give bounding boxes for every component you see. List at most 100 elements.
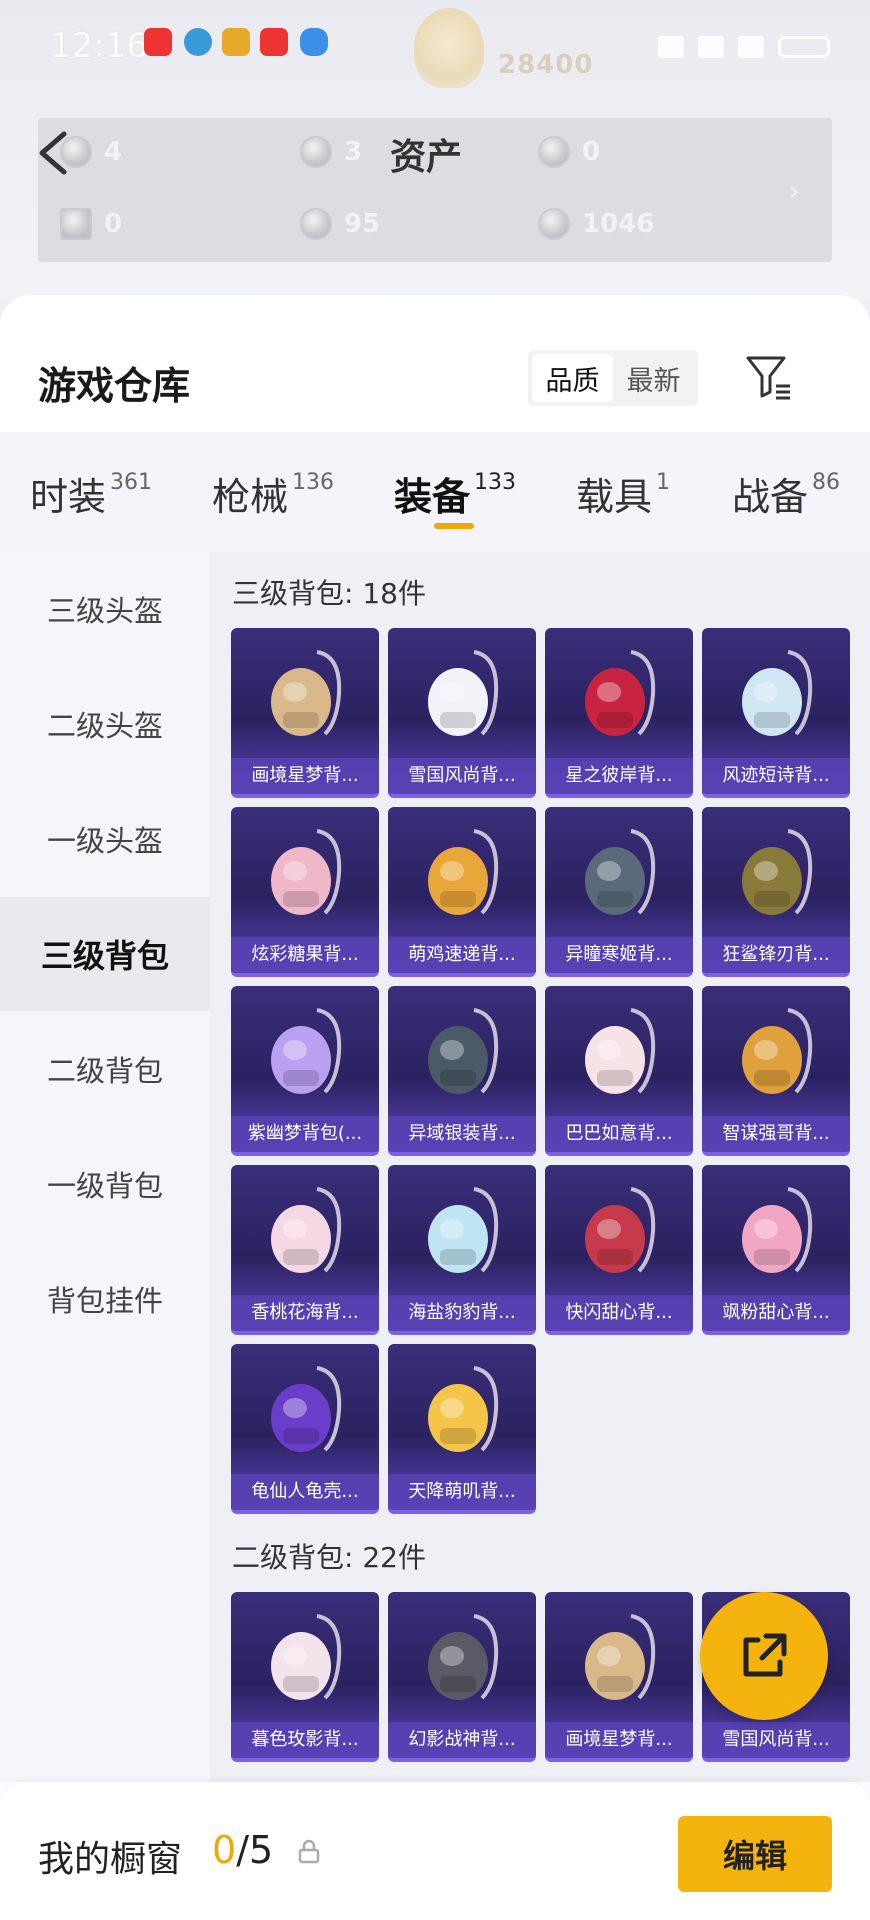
backpack-icon xyxy=(585,1187,656,1273)
item-card[interactable]: 巴巴如意背... xyxy=(545,986,693,1156)
tab-fashion[interactable]: 时装 361 xyxy=(30,466,152,521)
item-label: 狂鲨锋刃背... xyxy=(702,937,850,973)
item-card[interactable]: 萌鸡速递背... xyxy=(388,807,536,977)
share-icon xyxy=(743,1633,787,1677)
sidebar-item-helmet-2[interactable]: 二级头盔 xyxy=(0,667,210,781)
page-title: 游戏仓库 xyxy=(38,364,191,408)
backpack-icon xyxy=(585,1614,656,1700)
asset-title: 资产 xyxy=(390,137,463,178)
asset-item: 3 xyxy=(300,136,362,168)
tab-weapons[interactable]: 枪械 136 xyxy=(212,466,334,521)
item-label: 飒粉甜心背... xyxy=(702,1295,850,1331)
gold-coin-icon xyxy=(538,136,570,168)
item-card[interactable]: 画境星梦背... xyxy=(231,628,379,798)
item-label: 异域银装背... xyxy=(388,1116,536,1152)
item-card[interactable]: 天降萌叽背... xyxy=(388,1344,536,1514)
item-label: 雪国风尚背... xyxy=(702,1722,850,1758)
asset-item: 4 xyxy=(60,136,122,168)
item-label: 快闪甜心背... xyxy=(545,1295,693,1331)
coin-icon xyxy=(300,136,332,168)
item-card[interactable]: 星之彼岸背... xyxy=(545,628,693,798)
sidebar-item-helmet-1[interactable]: 一级头盔 xyxy=(0,782,210,896)
backpack-icon xyxy=(271,1614,342,1700)
item-label: 风迹短诗背... xyxy=(702,758,850,794)
item-label: 智谋强哥背... xyxy=(702,1116,850,1152)
backpack-icon xyxy=(428,1614,499,1700)
wifi-icon xyxy=(738,36,764,58)
backpack-icon xyxy=(742,1187,813,1273)
bronze-coin-icon xyxy=(538,208,570,240)
item-label: 画境星梦背... xyxy=(231,758,379,794)
showcase-label: 我的橱窗 xyxy=(38,1839,183,1880)
app-notification-icon xyxy=(144,28,172,56)
backpack-icon xyxy=(742,829,813,915)
item-card[interactable]: 龟仙人龟壳... xyxy=(231,1344,379,1514)
asset-item: 95 xyxy=(300,208,380,240)
backpack-icon xyxy=(271,1008,342,1094)
system-indicators xyxy=(658,36,830,58)
browser-notification-icon xyxy=(184,28,212,56)
chevron-right-icon[interactable]: › xyxy=(788,174,800,209)
lock-icon xyxy=(298,1839,320,1864)
backpack-icon xyxy=(428,1187,499,1273)
item-label: 龟仙人龟壳... xyxy=(231,1474,379,1510)
item-label: 巴巴如意背... xyxy=(545,1116,693,1152)
sort-quality-button[interactable]: 品质 xyxy=(532,354,613,402)
item-label: 海盐豹豹背... xyxy=(388,1295,536,1331)
item-card[interactable]: 暮色玫影背... xyxy=(231,1592,379,1762)
sidebar-item-helmet-3[interactable]: 三级头盔 xyxy=(0,552,210,666)
rank-score: 28400 xyxy=(498,50,594,80)
backpack-icon xyxy=(742,1008,813,1094)
item-label: 画境星梦背... xyxy=(545,1722,693,1758)
sidebar-item-backpack-1[interactable]: 一级背包 xyxy=(0,1127,210,1241)
tab-equipment[interactable]: 装备 133 xyxy=(394,466,516,521)
sidebar-item-backpack-3[interactable]: 三级背包 xyxy=(0,897,210,1011)
silver-coin-icon xyxy=(300,208,332,240)
item-card[interactable]: 风迹短诗背... xyxy=(702,628,850,798)
item-card[interactable]: 智谋强哥背... xyxy=(702,986,850,1156)
backpack-icon xyxy=(428,1008,499,1094)
item-card[interactable]: 画境星梦背... xyxy=(545,1592,693,1762)
item-label: 香桃花海背... xyxy=(231,1295,379,1331)
item-card[interactable]: 异瞳寒姬背... xyxy=(545,807,693,977)
mute-icon xyxy=(698,36,724,58)
backpack-icon xyxy=(271,1187,342,1273)
backpack-icon xyxy=(742,650,813,736)
item-card[interactable]: 雪国风尚背... xyxy=(388,628,536,798)
backpack-icon xyxy=(585,1008,656,1094)
backpack-icon xyxy=(428,1366,499,1452)
item-label: 星之彼岸背... xyxy=(545,758,693,794)
item-card[interactable]: 飒粉甜心背... xyxy=(702,1165,850,1335)
share-button[interactable] xyxy=(700,1592,828,1720)
item-label: 幻影战神背... xyxy=(388,1722,536,1758)
item-card[interactable]: 快闪甜心背... xyxy=(545,1165,693,1335)
item-label: 天降萌叽背... xyxy=(388,1474,536,1510)
item-label: 炫彩糖果背... xyxy=(231,937,379,973)
item-card[interactable]: 狂鲨锋刃背... xyxy=(702,807,850,977)
backpack-icon xyxy=(585,650,656,736)
item-label: 雪国风尚背... xyxy=(388,758,536,794)
item-label: 萌鸡速递背... xyxy=(388,937,536,973)
tab-supplies[interactable]: 战备 86 xyxy=(732,466,840,521)
item-card[interactable]: 幻影战神背... xyxy=(388,1592,536,1762)
item-card[interactable]: 异域银装背... xyxy=(388,986,536,1156)
item-card[interactable]: 紫幽梦背包(... xyxy=(231,986,379,1156)
active-tab-indicator xyxy=(434,523,474,529)
sidebar-item-backpack-charm[interactable]: 背包挂件 xyxy=(0,1242,210,1356)
item-card[interactable]: 炫彩糖果背... xyxy=(231,807,379,977)
sidebar-item-backpack-2[interactable]: 二级背包 xyxy=(0,1012,210,1126)
asset-item: 1046 xyxy=(538,208,654,240)
battery-icon xyxy=(778,36,830,58)
backpack-icon xyxy=(271,650,342,736)
item-card[interactable]: 海盐豹豹背... xyxy=(388,1165,536,1335)
filter-icon[interactable] xyxy=(744,352,794,402)
backpack-icon xyxy=(585,829,656,915)
item-card[interactable]: 香桃花海背... xyxy=(231,1165,379,1335)
item-label: 紫幽梦背包(... xyxy=(231,1116,379,1152)
game-notification-icon xyxy=(222,28,250,56)
tab-vehicles[interactable]: 载具 1 xyxy=(576,466,670,521)
group-title: 三级背包: 18件 xyxy=(232,577,426,610)
ticket-icon xyxy=(60,136,92,168)
edit-button[interactable]: 编辑 xyxy=(678,1816,832,1892)
sort-newest-button[interactable]: 最新 xyxy=(613,354,694,402)
